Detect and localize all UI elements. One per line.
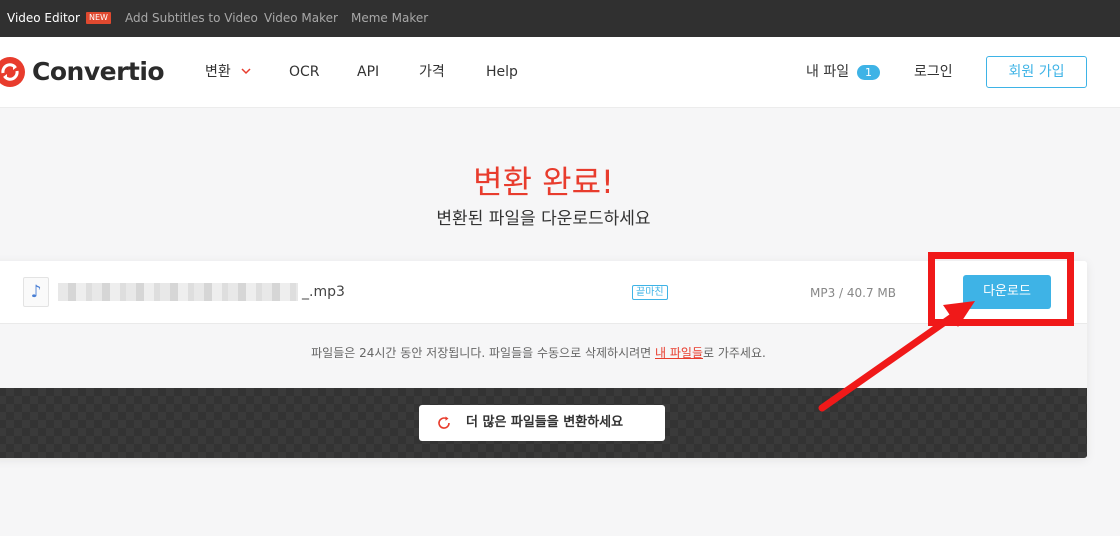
topbar-video-maker[interactable]: Video Maker xyxy=(264,0,338,37)
convert-more-section: 더 많은 파일들을 변환하세요 xyxy=(0,388,1087,458)
nav-ocr[interactable]: OCR xyxy=(289,37,320,108)
file-name: _.mp3 xyxy=(302,284,345,300)
nav-convert[interactable]: 변환 xyxy=(205,37,251,108)
blurred-filename xyxy=(58,283,298,301)
page-subtitle: 변환된 파일을 다운로드하세요 xyxy=(436,209,651,229)
topbar-item-label: Video Editor xyxy=(7,11,80,25)
logo-wordmark[interactable]: Convertio xyxy=(32,55,165,89)
notice-text-before: 파일들은 24시간 동안 저장됩니다. 파일들을 수동으로 삭제하시려면 xyxy=(311,346,656,360)
topbar-add-subtitles[interactable]: Add Subtitles to Video xyxy=(125,0,258,37)
topbar-video-editor[interactable]: Video Editor NEW xyxy=(7,0,111,37)
convert-more-label: 더 많은 파일들을 변환하세요 xyxy=(466,415,624,430)
notice-text-after: 로 가주세요. xyxy=(703,346,766,360)
signup-button[interactable]: 회원 가입 xyxy=(986,56,1087,88)
nav-pricing[interactable]: 가격 xyxy=(419,37,445,108)
converted-file-card: ♪ _.mp3 끝마친 MP3 / 40.7 MB 다운로드 파일들은 24시간… xyxy=(0,261,1087,458)
convertio-logo-icon[interactable] xyxy=(0,56,26,88)
convert-more-button[interactable]: 더 많은 파일들을 변환하세요 xyxy=(419,405,665,441)
annotation-highlight-box xyxy=(928,252,1074,326)
refresh-icon xyxy=(438,416,450,429)
nav-api[interactable]: API xyxy=(357,37,379,108)
chevron-down-icon xyxy=(241,68,251,75)
music-note-icon: ♪ xyxy=(23,277,49,307)
file-size: MP3 / 40.7 MB xyxy=(810,286,897,300)
nav-help[interactable]: Help xyxy=(486,37,518,108)
page-title: 변환 완료! xyxy=(473,163,614,201)
new-badge: NEW xyxy=(86,12,111,24)
login-link[interactable]: 로그인 xyxy=(914,37,953,108)
top-strip: Video Editor NEW Add Subtitles to Video … xyxy=(0,0,1120,37)
status-badge: 끝마친 xyxy=(632,285,668,300)
main-header: Convertio 변환 OCR API 가격 Help 내 파일 1 로그인 … xyxy=(0,37,1120,108)
file-row: ♪ _.mp3 끝마친 MP3 / 40.7 MB 다운로드 xyxy=(0,261,1087,324)
nav-convert-label: 변환 xyxy=(205,64,231,80)
topbar-meme-maker[interactable]: Meme Maker xyxy=(351,0,428,37)
my-files-count-badge: 1 xyxy=(857,65,880,80)
my-files-link[interactable]: 내 파일 1 xyxy=(806,37,880,108)
storage-notice: 파일들은 24시간 동안 저장됩니다. 파일들을 수동으로 삭제하시려면 내 파… xyxy=(0,324,1087,388)
my-files-label: 내 파일 xyxy=(806,64,850,80)
my-files-notice-link[interactable]: 내 파일들 xyxy=(655,346,703,360)
